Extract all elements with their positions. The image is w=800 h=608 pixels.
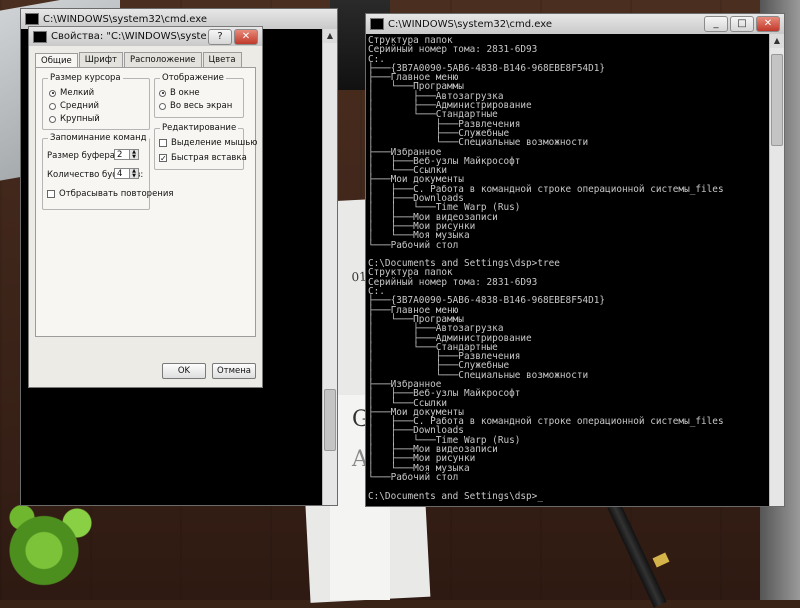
properties-dialog-title: Свойства: "C:\WINDOWS\system32\cmd.exe"	[51, 31, 206, 42]
console-icon	[370, 18, 384, 30]
checkmark-icon: ✓	[159, 154, 167, 163]
insert-mode-checkbox[interactable]: ✓ Быстрая вставка	[159, 153, 247, 163]
quick-edit-checkbox[interactable]: Выделение мышью	[159, 138, 257, 148]
buffer-size-value[interactable]: 2	[114, 149, 130, 160]
scroll-up-icon[interactable]: ▲	[770, 34, 784, 48]
console-line: Серийный номер тома: 2831-6D93	[368, 276, 538, 288]
console-icon	[25, 13, 39, 25]
tab-general-panel: Размер курсора Мелкий Средний Крупный От…	[35, 67, 257, 337]
checkbox-icon	[47, 190, 55, 198]
scroll-up-icon[interactable]: ▲	[323, 29, 337, 43]
command-history-label: Запоминание команд	[48, 133, 149, 143]
cursor-medium-radio[interactable]: Средний	[49, 101, 99, 111]
radio-selected-icon	[49, 89, 56, 97]
cursor-size-label: Размер курсора	[48, 73, 123, 83]
cursor-small-label: Мелкий	[60, 88, 95, 98]
cancel-button[interactable]: Отмена	[212, 363, 256, 379]
plant-photo	[0, 490, 110, 600]
cmd-window-back-scrollbar[interactable]: ▲	[322, 29, 337, 505]
properties-dialog[interactable]: Свойства: "C:\WINDOWS\system32\cmd.exe" …	[28, 26, 263, 388]
cmd-window-back-title: C:\WINDOWS\system32\cmd.exe	[43, 13, 207, 25]
cursor-small-radio[interactable]: Мелкий	[49, 88, 94, 98]
cmd-window[interactable]: C:\WINDOWS\system32\cmd.exe _ □ ✕ Структ…	[365, 13, 785, 507]
console-line: Серийный номер тома: 2831-6D93	[368, 44, 538, 56]
buffer-count-stepper[interactable]: 4 ▲ ▼	[114, 168, 139, 179]
console-icon	[33, 30, 47, 43]
tab-colors[interactable]: Цвета	[202, 52, 242, 67]
spin-arrows-icon[interactable]: ▲ ▼	[130, 149, 139, 160]
radio-icon	[49, 102, 56, 110]
dialog-tabs: Общие Шрифт Расположение Цвета	[29, 46, 262, 68]
console-line: └───Рабочий стол	[368, 239, 459, 251]
maximize-button[interactable]: □	[730, 16, 754, 32]
dialog-close-button[interactable]: ✕	[234, 28, 258, 45]
quick-edit-label: Выделение мышью	[171, 138, 258, 148]
cursor-large-radio[interactable]: Крупный	[49, 114, 100, 124]
radio-selected-icon	[159, 89, 166, 97]
cursor-large-label: Крупный	[60, 114, 100, 124]
checkbox-icon	[159, 139, 167, 147]
tab-general[interactable]: Общие	[35, 53, 78, 68]
display-fullscreen-label: Во весь экран	[170, 101, 233, 111]
console-line: └───Рабочий стол	[368, 471, 459, 483]
cursor-size-group: Размер курсора Мелкий Средний Крупный	[42, 73, 150, 130]
radio-icon	[159, 102, 166, 110]
console-output[interactable]: Структура папок Серийный номер тома: 2831…	[368, 36, 768, 504]
display-window-radio[interactable]: В окне	[159, 88, 200, 98]
minimize-button[interactable]: _	[704, 16, 728, 32]
tab-layout[interactable]: Расположение	[123, 52, 202, 67]
display-fullscreen-radio[interactable]: Во весь экран	[159, 101, 232, 111]
spin-arrows-icon[interactable]: ▲ ▼	[130, 168, 139, 179]
ok-button[interactable]: OK	[162, 363, 206, 379]
editing-group: Редактирование Выделение мышью ✓ Быстрая…	[154, 123, 257, 170]
buffer-count-value[interactable]: 4	[114, 168, 130, 179]
scroll-thumb[interactable]	[324, 389, 336, 451]
cmd-window-scrollbar[interactable]: ▲	[769, 34, 784, 506]
cmd-window-titlebar[interactable]: C:\WINDOWS\system32\cmd.exe _ □ ✕	[366, 14, 784, 34]
insert-mode-label: Быстрая вставка	[171, 153, 247, 163]
close-button[interactable]: ✕	[756, 16, 780, 32]
buffer-size-stepper[interactable]: 2 ▲ ▼	[114, 149, 139, 160]
display-window-label: В окне	[170, 88, 200, 98]
help-button[interactable]: ?	[208, 28, 232, 45]
editing-label: Редактирование	[160, 123, 239, 133]
tab-font[interactable]: Шрифт	[78, 52, 123, 67]
discard-duplicates-checkbox[interactable]: Отбрасывать повторения	[47, 189, 174, 199]
console-line: C:\Documents and Settings\dsp>_	[368, 490, 543, 502]
display-group: Отображение В окне Во весь экран	[154, 73, 244, 118]
cursor-medium-label: Средний	[60, 101, 100, 111]
command-history-group: Запоминание команд Размер буфера: 2 ▲ ▼ К…	[42, 133, 174, 210]
radio-icon	[49, 115, 56, 123]
scroll-thumb[interactable]	[771, 54, 783, 146]
buffer-size-label: Размер буфера:	[47, 151, 118, 161]
discard-duplicates-label: Отбрасывать повторения	[59, 189, 174, 199]
display-label: Отображение	[160, 73, 226, 83]
cmd-window-title: C:\WINDOWS\system32\cmd.exe	[388, 18, 552, 30]
properties-dialog-titlebar[interactable]: Свойства: "C:\WINDOWS\system32\cmd.exe" …	[29, 27, 262, 46]
